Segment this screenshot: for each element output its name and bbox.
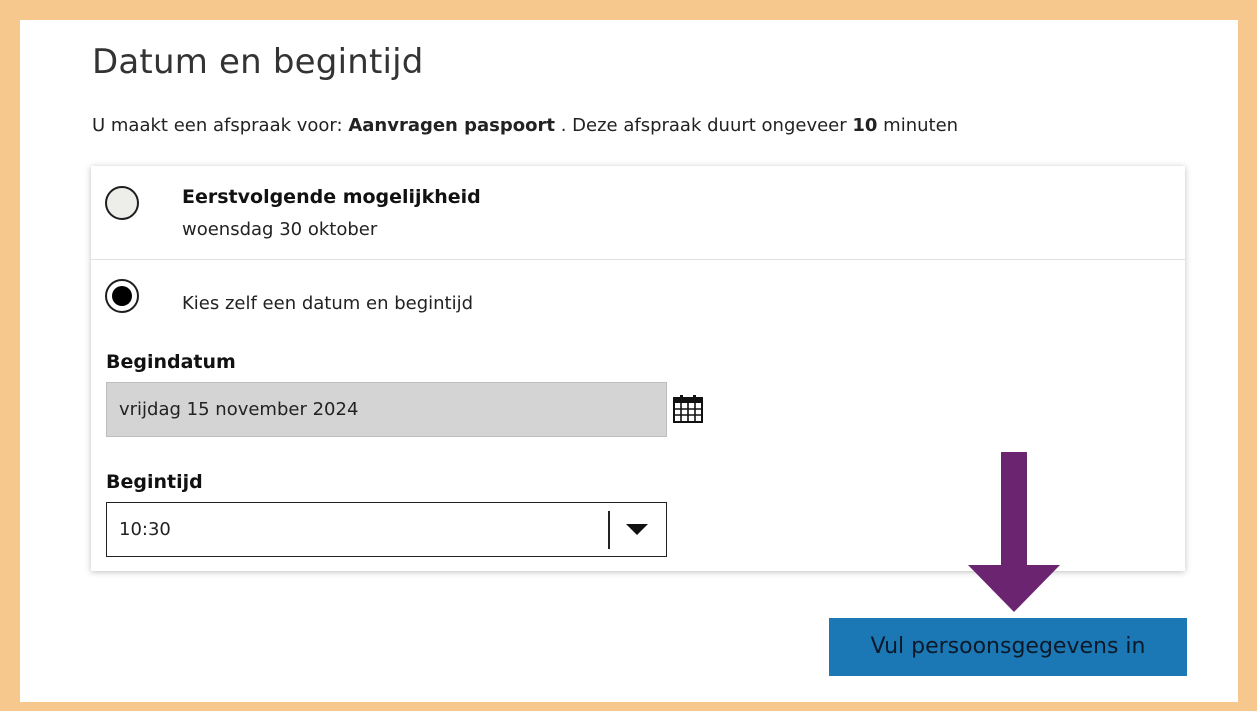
down-arrow-icon <box>968 452 1060 612</box>
select-divider <box>608 511 610 549</box>
page-title: Datum en begintijd <box>92 42 424 82</box>
option-first-available[interactable]: Eerstvolgende mogelijkheid woensdag 30 o… <box>91 166 1185 260</box>
service-name: Aanvragen paspoort <box>348 115 555 136</box>
fill-personal-details-button[interactable]: Vul persoonsgegevens in <box>829 618 1187 676</box>
calendar-icon[interactable] <box>672 394 704 424</box>
first-available-title: Eerstvolgende mogelijkheid <box>182 186 481 208</box>
duration-value: 10 <box>852 115 878 136</box>
start-date-label: Begindatum <box>106 351 236 373</box>
radio-choose-own[interactable] <box>105 279 139 313</box>
start-time-select[interactable]: 10:30 <box>106 502 667 557</box>
summary-prefix: U maakt een afspraak voor: <box>92 115 349 136</box>
start-time-value: 10:30 <box>119 519 171 540</box>
summary-suffix: minuten <box>877 115 959 136</box>
caret-down-icon[interactable] <box>626 524 648 535</box>
choose-own-label[interactable]: Kies zelf een datum en begintijd <box>182 293 473 314</box>
radio-first-available[interactable] <box>105 186 139 220</box>
appointment-page: Datum en begintijd U maakt een afspraak … <box>20 20 1238 702</box>
start-time-label: Begintijd <box>106 471 203 493</box>
start-date-field[interactable]: vrijdag 15 november 2024 <box>106 382 667 437</box>
summary-middle: . Deze afspraak duurt ongeveer <box>554 115 853 136</box>
appointment-summary: U maakt een afspraak voor: Aanvragen pas… <box>92 115 958 136</box>
first-available-date: woensdag 30 oktober <box>182 219 378 240</box>
start-date-value: vrijdag 15 november 2024 <box>119 399 359 420</box>
